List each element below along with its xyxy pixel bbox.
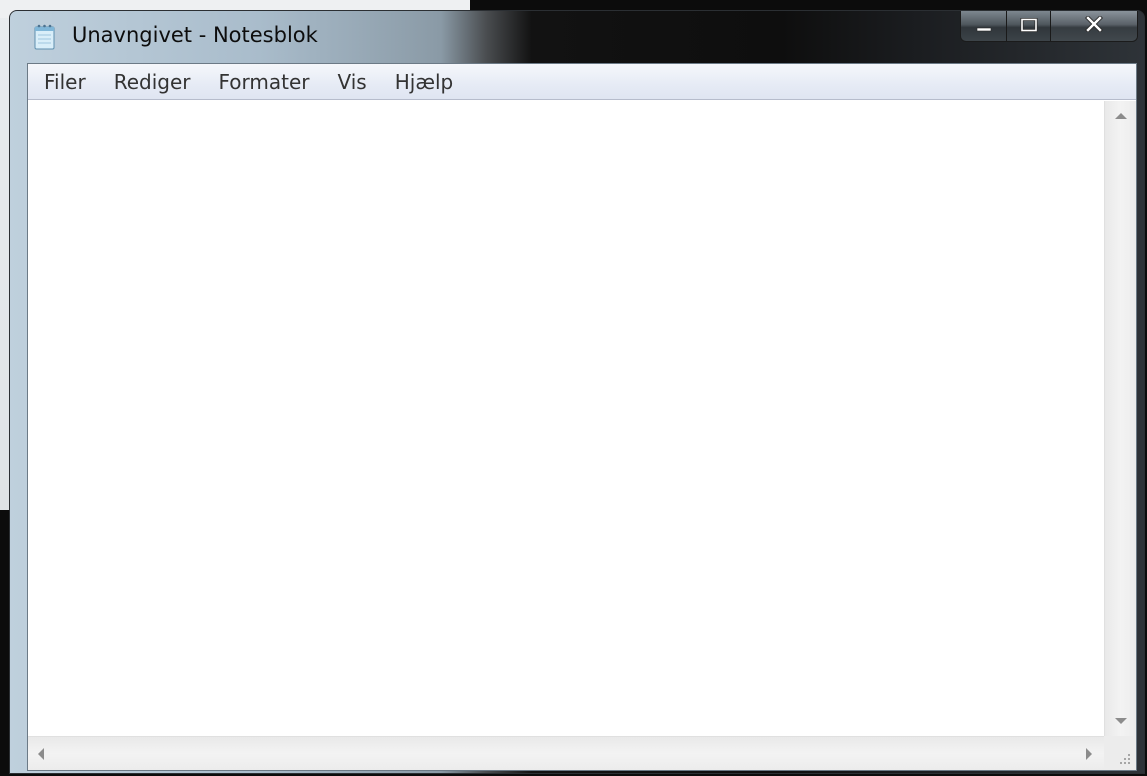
menu-formater[interactable]: Formater <box>218 70 309 94</box>
minimize-icon <box>976 17 992 36</box>
text-editor[interactable] <box>28 101 1104 736</box>
scroll-up-icon[interactable] <box>1115 113 1127 119</box>
close-icon <box>1085 15 1103 36</box>
menu-bar: Filer Rediger Formater Vis Hjælp <box>28 64 1136 100</box>
caption-buttons <box>960 11 1138 42</box>
menu-hjaelp[interactable]: Hjælp <box>395 70 454 94</box>
horizontal-scrollbar[interactable] <box>28 736 1104 770</box>
size-grip-icon[interactable] <box>1116 750 1132 766</box>
menu-filer[interactable]: Filer <box>44 70 86 94</box>
window-title: Unavngivet - Notesblok <box>72 23 318 47</box>
scroll-left-icon[interactable] <box>38 748 44 760</box>
notepad-icon[interactable] <box>32 23 58 51</box>
menu-rediger[interactable]: Rediger <box>114 70 191 94</box>
vertical-scrollbar[interactable] <box>1104 101 1136 736</box>
menu-vis[interactable]: Vis <box>338 70 367 94</box>
minimize-button[interactable] <box>961 11 1007 41</box>
maximize-icon <box>1020 17 1038 36</box>
notepad-window: Unavngivet - Notesblok Filer Rediger For… <box>9 10 1145 774</box>
close-button[interactable] <box>1051 11 1137 41</box>
scroll-down-icon[interactable] <box>1115 718 1127 724</box>
scroll-right-icon[interactable] <box>1086 748 1092 760</box>
scroll-corner <box>1104 736 1136 770</box>
title-bar[interactable]: Unavngivet - Notesblok <box>10 11 1144 61</box>
maximize-button[interactable] <box>1007 11 1051 41</box>
client-area: Filer Rediger Formater Vis Hjælp <box>27 63 1137 771</box>
